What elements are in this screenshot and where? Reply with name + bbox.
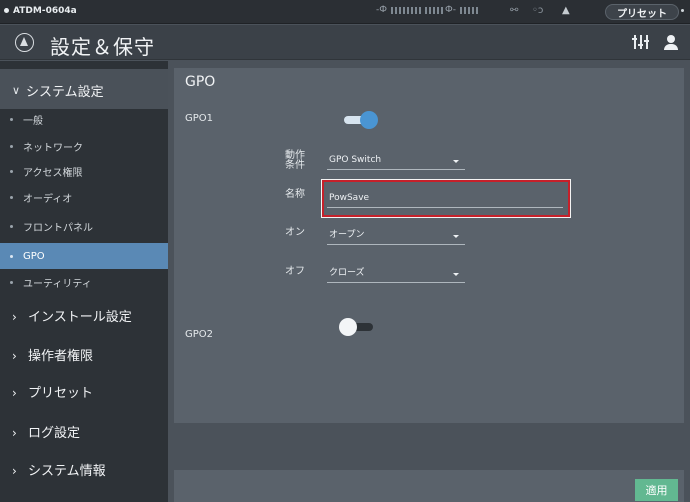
chevron-down-icon: ∨ — [12, 84, 21, 97]
off-label: オフ — [285, 266, 305, 277]
link-icon: ⚯ — [510, 5, 519, 16]
user-icon[interactable] — [664, 35, 678, 50]
input-icon: -Ф — [376, 5, 387, 15]
sidebar-item-access[interactable]: アクセス権限 — [0, 161, 168, 181]
logo-icon — [15, 33, 34, 52]
footer-spacer — [174, 431, 684, 467]
gpo-panel: GPO GPO1 動作条件 GPO Switch 名称 PowSave オン オ… — [174, 68, 684, 423]
sidebar-section-log[interactable]: › ログ設定 — [12, 422, 80, 441]
status-bar: ATDM-0604a -Ф Ф- ⚯ ◦ↄ ▲ プリセット — [0, 0, 690, 24]
preset-menu-icon[interactable] — [681, 9, 684, 12]
gpo2-toggle[interactable] — [339, 318, 375, 336]
page-header-title: 設定＆保守 — [50, 35, 155, 59]
page-title: GPO — [185, 74, 216, 90]
chevron-down-icon — [453, 160, 459, 163]
output-level-indicator: Ф- — [445, 5, 480, 15]
section-label: システム設定 — [26, 85, 104, 100]
sidebar-item-network[interactable]: ネットワーク — [0, 136, 168, 156]
preset-button[interactable]: プリセット — [605, 4, 679, 20]
on-select[interactable]: オープン — [327, 225, 465, 245]
warning-icon: ▲ — [562, 5, 570, 16]
name-label: 名称 — [285, 189, 305, 200]
chevron-right-icon: › — [12, 349, 17, 363]
sidebar-section-preset[interactable]: › プリセット — [12, 382, 93, 401]
trigger-label: 動作条件 — [285, 150, 305, 171]
gpo1-toggle[interactable] — [342, 111, 378, 129]
on-label: オン — [285, 227, 305, 238]
gpo2-label: GPO2 — [185, 329, 214, 340]
output-icon: Ф- — [445, 5, 456, 15]
chevron-right-icon: › — [12, 426, 17, 440]
chevron-down-icon — [453, 235, 459, 238]
off-select[interactable]: クローズ — [327, 263, 465, 283]
sidebar-item-gpo[interactable]: GPO — [0, 243, 168, 269]
apply-button[interactable]: 適用 — [635, 479, 678, 501]
header: 設定＆保守 — [0, 25, 690, 60]
chevron-right-icon: › — [12, 464, 17, 478]
sidebar: ∨ システム設定 一般 ネットワーク アクセス権限 オーディオ フロントパネル G… — [0, 61, 168, 502]
sidebar-item-audio[interactable]: オーディオ — [0, 187, 168, 207]
chevron-right-icon: › — [12, 310, 17, 324]
sidebar-item-front-panel[interactable]: フロントパネル — [0, 216, 168, 236]
trigger-select[interactable]: GPO Switch — [327, 150, 465, 170]
sidebar-section-system-info[interactable]: › システム情報 — [12, 460, 106, 479]
name-field-highlight — [321, 179, 571, 218]
footer-panel — [174, 470, 684, 502]
sidebar-section-operator[interactable]: › 操作者権限 — [12, 345, 93, 364]
device-name: ATDM-0604a — [4, 6, 77, 16]
mute-icon: ◦ↄ — [532, 5, 544, 16]
gpo1-label: GPO1 — [185, 113, 214, 124]
sidebar-item-utility[interactable]: ユーティリティ — [0, 272, 168, 292]
mixer-settings-icon[interactable] — [632, 35, 650, 51]
sidebar-section-install[interactable]: › インストール設定 — [12, 306, 132, 325]
sidebar-section-system-settings[interactable]: ∨ システム設定 — [0, 69, 168, 109]
chevron-right-icon: › — [12, 386, 17, 400]
sidebar-item-general[interactable]: 一般 — [0, 109, 168, 129]
chevron-down-icon — [453, 273, 459, 276]
input-level-indicator: -Ф — [376, 5, 445, 15]
